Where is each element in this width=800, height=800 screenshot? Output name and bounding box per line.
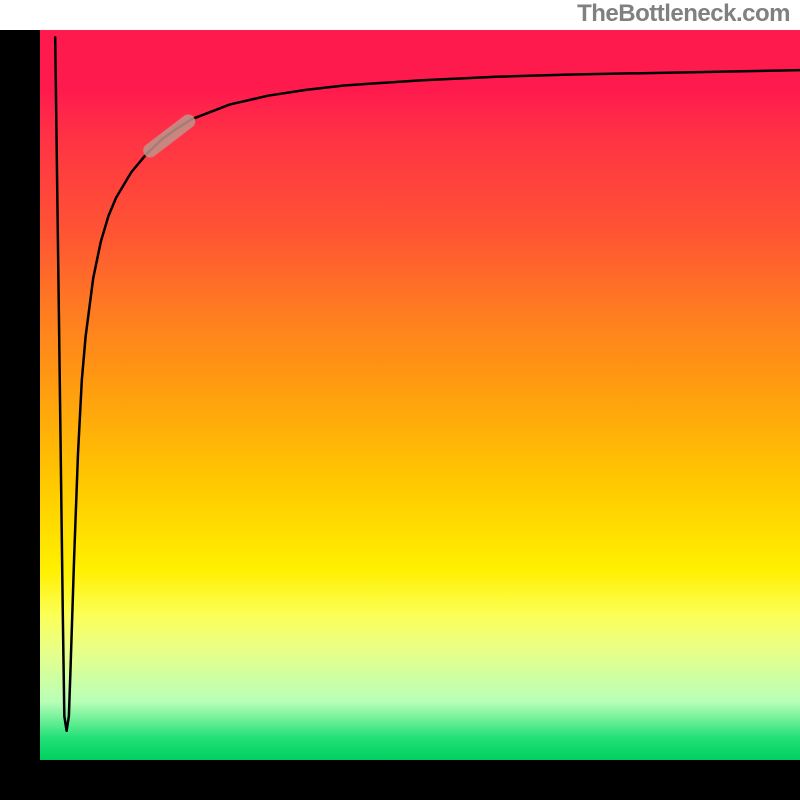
curve-svg [40,30,800,760]
plot-area [40,30,800,760]
y-axis-bar [0,30,40,760]
x-axis-bar [0,760,800,800]
chart-frame [0,30,800,800]
highlighted-segment [150,121,188,150]
watermark-text: TheBottleneck.com [577,0,790,28]
